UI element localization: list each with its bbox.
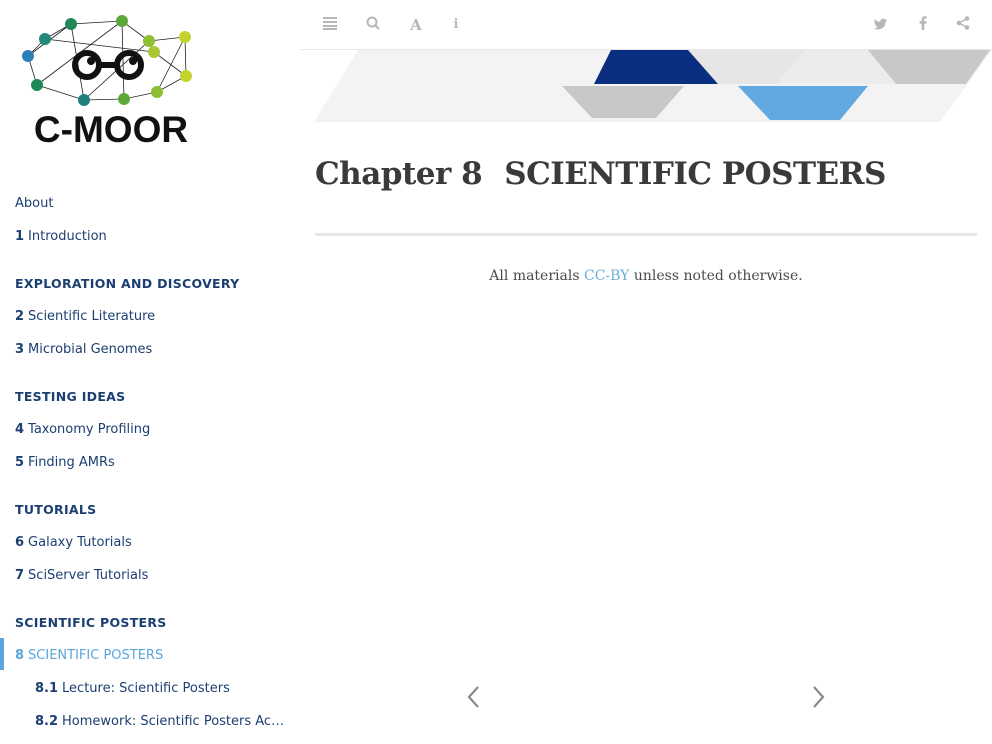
sidebar-item-number: 1 [15, 229, 25, 244]
license-link[interactable]: CC-BY [584, 268, 629, 284]
sidebar-item-scientific-literature[interactable]: 2 Scientific Literature [15, 309, 155, 324]
twitter-icon[interactable] [872, 16, 890, 34]
sidebar-item-number: 5 [15, 455, 25, 470]
license-suffix: unless noted otherwise. [629, 268, 803, 284]
next-page-arrow[interactable] [806, 682, 830, 712]
sidebar-item-label: Taxonomy Profiling [28, 422, 151, 437]
sidebar-item-number: 7 [15, 568, 25, 583]
sidebar-item-number: 2 [15, 309, 25, 324]
menu-icon[interactable] [321, 16, 339, 34]
sidebar-item-lecture-scientific-posters[interactable]: 8.1 Lecture: Scientific Posters [35, 681, 230, 696]
sidebar-item-number: 3 [15, 342, 25, 357]
sidebar-item-label: Scientific Literature [28, 309, 156, 324]
active-indicator [0, 638, 4, 670]
license-prefix: All materials [489, 268, 584, 284]
sidebar-item-homework-scientific-posters[interactable]: 8.2 Homework: Scientific Posters Acti... [35, 714, 285, 729]
sidebar-item-taxonomy-profiling[interactable]: 4 Taxonomy Profiling [15, 422, 150, 437]
sidebar-item-number: 8.1 [35, 681, 59, 696]
sidebar-item-label: Microbial Genomes [28, 342, 153, 357]
sidebar-item-number: 4 [15, 422, 25, 437]
sidebar-item-number: 8.2 [35, 714, 59, 729]
c-moor-logo[interactable]: C-MOOR [15, 10, 210, 150]
toolbar: A i [300, 0, 992, 50]
facebook-icon[interactable] [914, 16, 932, 34]
sidebar-item-number: 6 [15, 535, 25, 550]
sidebar-item-label: Finding AMRs [28, 455, 115, 470]
font-icon[interactable]: A [407, 16, 425, 34]
sidebar-item-label: SciServer Tutorials [28, 568, 149, 583]
sidebar-item-label: Galaxy Tutorials [28, 535, 132, 550]
sidebar-section-testing-ideas: TESTING IDEAS [15, 389, 126, 404]
sidebar-item-finding-amrs[interactable]: 5 Finding AMRs [15, 455, 115, 470]
sidebar-item-galaxy-tutorials[interactable]: 6 Galaxy Tutorials [15, 535, 132, 550]
title-divider [315, 233, 977, 236]
share-icon[interactable] [954, 16, 972, 34]
previous-page-arrow[interactable] [462, 682, 486, 712]
sidebar-item-about[interactable]: About [15, 196, 53, 211]
sidebar-item-label: About [15, 196, 54, 211]
sidebar-section-scientific-posters: SCIENTIFIC POSTERS [15, 615, 167, 630]
sidebar-item-scientific-posters[interactable]: 8 SCIENTIFIC POSTERS [15, 648, 163, 663]
page-title: Chapter 8 SCIENTIFIC POSTERS [315, 156, 886, 192]
sidebar-section-tutorials: TUTORIALS [15, 502, 97, 517]
sidebar-item-label: Lecture: Scientific Posters [62, 681, 230, 696]
chapter-label: Chapter 8 [315, 156, 483, 192]
logo-text: C-MOOR [34, 109, 188, 150]
chapter-title-text: SCIENTIFIC POSTERS [504, 156, 886, 192]
sidebar-item-label: SCIENTIFIC POSTERS [28, 648, 164, 663]
sidebar-item-label: Introduction [28, 229, 107, 244]
sidebar-section-exploration: EXPLORATION AND DISCOVERY [15, 276, 240, 291]
sidebar: C-MOOR About 1 Introduction EXPLORATION A… [0, 0, 300, 744]
search-icon[interactable] [364, 16, 382, 34]
license-note: All materials CC-BY unless noted otherwi… [315, 268, 977, 284]
sidebar-item-label: Homework: Scientific Posters Acti... [62, 714, 285, 729]
sidebar-item-sciserver-tutorials[interactable]: 7 SciServer Tutorials [15, 568, 148, 583]
sidebar-item-microbial-genomes[interactable]: 3 Microbial Genomes [15, 342, 152, 357]
info-icon[interactable]: i [447, 16, 465, 34]
sidebar-item-number: 8 [15, 648, 25, 663]
sidebar-item-introduction[interactable]: 1 Introduction [15, 229, 107, 244]
